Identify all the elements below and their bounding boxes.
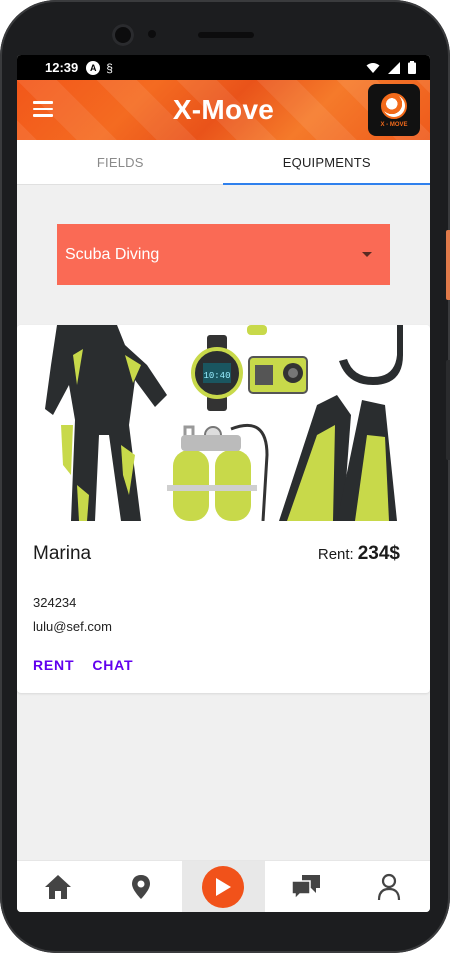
owner-email: lulu@sef.com (33, 619, 112, 634)
front-camera (112, 24, 134, 46)
location-icon (131, 874, 150, 899)
home-icon (45, 874, 72, 899)
equipment-image: 10:40 (17, 325, 430, 521)
equipment-card: 10:40 Marina Rent: 234$ 324234 lulu@sef.… (17, 325, 430, 693)
app-logo: X - MOVE (368, 84, 420, 136)
status-time: 12:39 (45, 60, 79, 75)
tab-equipments[interactable]: EQUIPMENTS (224, 140, 431, 184)
nav-location[interactable] (100, 861, 183, 912)
volleyball-icon (381, 92, 407, 119)
menu-icon[interactable] (33, 101, 53, 117)
owner-phone: 324234 (33, 595, 77, 610)
nav-play[interactable] (182, 861, 265, 912)
category-dropdown-value: Scuba Diving (65, 245, 160, 263)
owner-name: Marina (33, 543, 92, 564)
scuba-equipment-illustration: 10:40 (45, 325, 403, 521)
volume-button (446, 360, 450, 460)
app-screen: 12:39 A § X-Move X - MOVE FIELDS EQUIPME… (17, 55, 430, 912)
dive-watch-icon: 10:40 (191, 335, 243, 411)
rent-label: Rent: (317, 546, 354, 563)
play-icon (202, 865, 245, 908)
app-title: X-Move (172, 94, 275, 125)
scuba-tanks-icon (167, 423, 269, 521)
status-bar: 12:39 A § (17, 55, 430, 80)
logo-text: X - MOVE (380, 121, 408, 128)
profile-icon (377, 873, 400, 900)
proximity-sensor (148, 30, 156, 38)
tab-indicator (223, 183, 430, 185)
battery-icon (408, 61, 416, 74)
app-bar: X-Move X - MOVE (17, 80, 430, 140)
wifi-icon (366, 62, 380, 73)
nav-chat[interactable] (265, 861, 348, 912)
category-dropdown[interactable]: Scuba Diving (57, 224, 390, 285)
action-camera-icon (248, 356, 308, 394)
chevron-down-icon (362, 252, 372, 257)
tab-bar: FIELDS EQUIPMENTS (17, 140, 430, 185)
equipment-card-body: Marina Rent: 234$ 324234 lulu@sef.com RE… (17, 521, 430, 693)
earpiece-speaker (198, 32, 254, 38)
chat-button[interactable]: CHAT (92, 657, 133, 673)
rent-price: 234$ (357, 543, 400, 564)
nav-profile[interactable] (347, 861, 430, 912)
status-right-icons (366, 61, 416, 74)
signal-icon (388, 61, 400, 74)
tab-fields[interactable]: FIELDS (17, 140, 224, 184)
rent-info: Rent: 234$ (318, 543, 400, 565)
bottom-navigation (17, 860, 430, 912)
phone-frame: 12:39 A § X-Move X - MOVE FIELDS EQUIPME… (0, 0, 450, 953)
android-a-icon: A (86, 60, 101, 75)
card-actions: RENT CHAT (33, 657, 133, 673)
diving-fins-icon (279, 395, 397, 521)
svg-text:10:40: 10:40 (203, 371, 230, 381)
chat-icon (291, 874, 321, 900)
rent-button[interactable]: RENT (33, 657, 74, 673)
power-button (446, 230, 450, 300)
sync-icon: § (106, 60, 113, 75)
nav-home[interactable] (17, 861, 100, 912)
wetsuit-icon (45, 325, 167, 521)
